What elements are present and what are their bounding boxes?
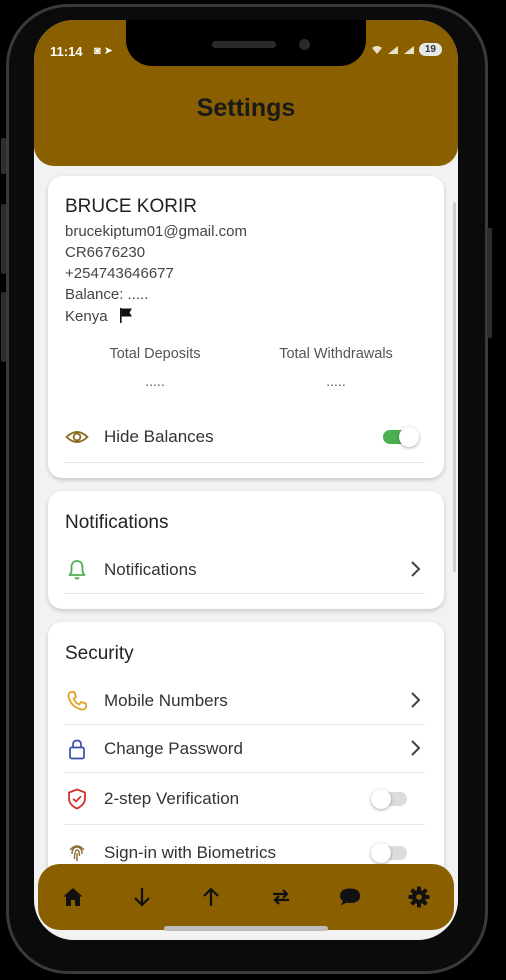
change-password-row[interactable]: Change Password <box>65 725 427 773</box>
toggle-knob <box>399 427 419 447</box>
toggle-knob <box>371 789 391 809</box>
side-button <box>1 292 6 362</box>
profile-phone: +254743646677 <box>65 265 174 282</box>
notifications-card: Notifications Notifications <box>48 491 444 609</box>
eye-icon <box>65 431 89 443</box>
divider <box>65 593 425 594</box>
chevron-right-icon <box>411 692 421 708</box>
profile-id: CR6676230 <box>65 244 146 261</box>
fingerprint-icon <box>69 845 85 861</box>
divider <box>65 462 425 463</box>
chat-icon <box>339 888 360 906</box>
hide-balances-toggle[interactable] <box>383 427 421 447</box>
security-section-title: Security <box>65 643 134 664</box>
screenshot-icon: ◙ <box>94 45 101 57</box>
chevron-right-icon <box>411 740 421 756</box>
notifications-label: Notifications <box>104 560 197 579</box>
divider <box>65 824 425 825</box>
wifi-icon <box>371 45 382 54</box>
shield-check-icon <box>68 788 86 810</box>
total-deposits-label: Total Deposits <box>109 346 201 362</box>
phone-icon <box>67 691 87 711</box>
battery-indicator: 19 <box>418 43 442 56</box>
profile-balance: Balance: ..... <box>65 286 149 303</box>
two-step-verification-label: 2-step Verification <box>104 789 240 808</box>
telegram-icon: ➤ <box>103 45 113 57</box>
total-deposits-value: ..... <box>145 373 165 389</box>
lock-icon <box>69 739 85 760</box>
nav-home[interactable] <box>53 877 93 917</box>
app-screen: 11:14 ◙ ➤ 19 Settings BRUCE KORIR brucek… <box>34 20 458 940</box>
two-step-verification-toggle[interactable] <box>371 789 411 809</box>
notch <box>126 20 366 66</box>
notifications-section-title: Notifications <box>65 512 169 533</box>
notifications-row[interactable]: Notifications <box>65 546 427 594</box>
divider <box>65 772 425 773</box>
nav-deposit[interactable] <box>122 877 162 917</box>
change-password-label: Change Password <box>104 739 243 758</box>
nav-withdraw[interactable] <box>191 877 231 917</box>
flag-icon <box>119 308 132 323</box>
total-withdrawals-value: ..... <box>326 373 346 389</box>
profile-country-row: Kenya <box>65 307 134 325</box>
mobile-numbers-label: Mobile Numbers <box>104 691 228 710</box>
chevron-right-icon <box>411 561 421 577</box>
nav-chat[interactable] <box>330 877 370 917</box>
home-indicator[interactable] <box>164 926 328 931</box>
hide-balances-label: Hide Balances <box>104 427 214 446</box>
signal-icon <box>403 45 414 54</box>
profile-card: BRUCE KORIR brucekiptum01@gmail.com CR66… <box>48 176 444 478</box>
total-withdrawals-label: Total Withdrawals <box>279 346 393 362</box>
profile-name: BRUCE KORIR <box>65 196 197 217</box>
page-title: Settings <box>196 94 296 122</box>
arrow-down-icon <box>134 888 150 907</box>
side-button <box>1 138 6 174</box>
nav-settings[interactable] <box>399 877 439 917</box>
bottom-nav <box>38 864 454 930</box>
profile-country: Kenya <box>65 308 108 325</box>
status-time: 11:14 <box>50 44 83 59</box>
status-right-icons: 19 <box>371 43 442 56</box>
front-camera <box>299 39 310 50</box>
status-left-icons: ◙ ➤ <box>94 44 113 57</box>
side-button <box>1 204 6 274</box>
hide-balances-row[interactable]: Hide Balances <box>65 413 427 461</box>
biometrics-label: Sign-in with Biometrics <box>104 843 276 862</box>
home-icon <box>63 888 83 906</box>
transfer-icon <box>272 889 289 905</box>
signal-icon <box>387 45 398 54</box>
bell-icon <box>68 560 86 580</box>
gear-icon <box>408 886 430 908</box>
nav-transfer[interactable] <box>261 877 301 917</box>
toggle-knob <box>371 843 391 863</box>
scrollbar[interactable] <box>453 202 456 572</box>
side-button <box>487 228 492 338</box>
arrow-up-icon <box>203 887 220 906</box>
profile-email: brucekiptum01@gmail.com <box>65 223 247 240</box>
speaker-grille <box>212 41 276 48</box>
biometrics-toggle[interactable] <box>371 843 411 863</box>
header-bar-lower <box>56 140 436 164</box>
mobile-numbers-row[interactable]: Mobile Numbers <box>65 677 427 725</box>
two-step-verification-row[interactable]: 2-step Verification <box>65 775 427 823</box>
